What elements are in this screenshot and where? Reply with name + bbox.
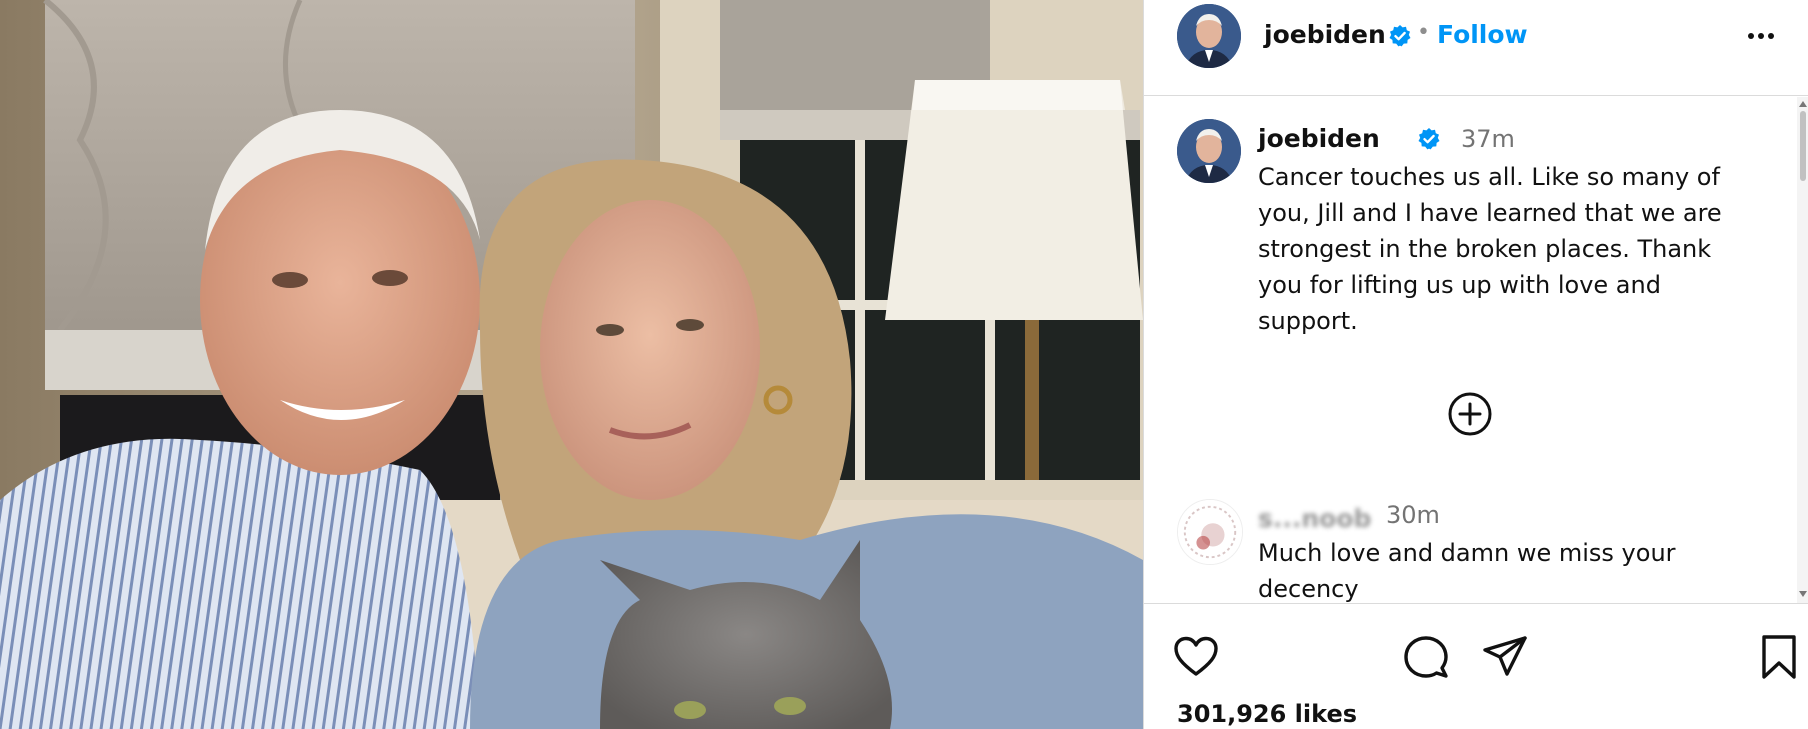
like-button[interactable] [1171,632,1221,682]
more-options-button[interactable] [1743,18,1779,54]
comments-section[interactable]: joebiden 37m Cancer touches us all. Like… [1144,97,1808,603]
heart-icon [1174,636,1218,676]
likes-count[interactable]: 301,926 likes [1177,700,1357,728]
plus-circle-icon [1448,392,1492,436]
caption-timestamp[interactable]: 37m [1461,125,1515,153]
post-header: joebiden • Follow [1144,0,1808,96]
save-button[interactable] [1754,632,1804,682]
caption-text: Cancer touches us all. Like so many of y… [1258,163,1722,335]
comment-bubble-icon [1404,636,1448,678]
post-photo-image [0,0,1143,729]
verified-badge-icon [1418,128,1440,150]
instagram-post: joebiden • Follow joebiden 37m Cancer to… [0,0,1808,729]
comment-timestamp[interactable]: 30m [1386,501,1440,529]
commenter-username[interactable]: s...noob [1258,504,1371,533]
comment-text: Much love and damn we miss your decency [1258,539,1676,603]
scroll-down-arrow-icon[interactable] [1799,591,1807,597]
avatar-image [1178,500,1242,564]
header-separator: • [1417,20,1430,45]
avatar-image [1177,4,1241,68]
comments-scrollbar[interactable] [1797,97,1808,603]
paper-plane-icon [1483,636,1527,676]
follow-button[interactable]: Follow [1437,20,1528,49]
comment-button[interactable] [1401,632,1451,682]
commenter-avatar[interactable] [1177,499,1243,565]
bookmark-icon [1762,635,1796,679]
author-username[interactable]: joebiden [1264,20,1386,49]
avatar-image [1177,119,1241,183]
verified-badge-icon [1389,25,1411,47]
post-side-panel: joebiden • Follow joebiden 37m Cancer to… [1143,0,1808,729]
author-avatar[interactable] [1177,4,1241,68]
post-actions-bar: 301,926 likes [1144,603,1808,729]
scroll-up-arrow-icon[interactable] [1799,101,1807,107]
load-more-comments-button[interactable] [1447,391,1493,437]
caption-author-username[interactable]: joebiden [1258,124,1380,153]
post-photo[interactable] [0,0,1143,729]
caption-author-avatar[interactable] [1177,119,1241,183]
share-button[interactable] [1480,632,1530,682]
scrollbar-thumb[interactable] [1800,111,1806,181]
more-options-icon [1748,33,1774,39]
